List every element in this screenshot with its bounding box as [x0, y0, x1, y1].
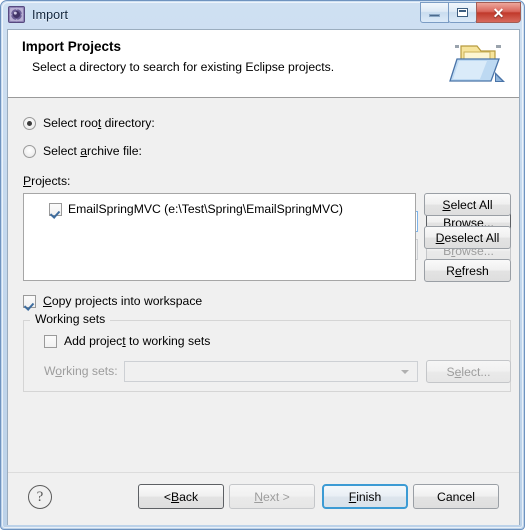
project-checkbox[interactable]	[49, 202, 62, 216]
help-icon[interactable]: ?	[28, 485, 52, 509]
list-item[interactable]: EmailSpringMVC (e:\Test\Spring\EmailSpri…	[24, 200, 415, 218]
working-sets-group-title: Working sets	[32, 312, 109, 326]
deselect-all-button[interactable]: Deselect All	[424, 226, 511, 249]
copy-projects-checkbox[interactable]	[23, 294, 36, 308]
chevron-down-icon	[401, 369, 409, 374]
select-archive-file-label: Select archive file:	[43, 144, 142, 158]
add-to-working-sets-label: Add project to working sets	[64, 334, 211, 348]
minimize-button[interactable]	[420, 2, 449, 23]
window-controls: ✕	[420, 2, 521, 23]
root-directory-row: Select root directory:	[8, 112, 519, 134]
copy-projects-label: Copy projects into workspace	[43, 294, 203, 308]
minimize-icon	[429, 14, 440, 17]
page-title: Import Projects	[22, 39, 122, 54]
eclipse-import-icon	[8, 6, 25, 23]
next-button[interactable]: Next >	[229, 484, 315, 509]
select-all-button[interactable]: Select All	[424, 193, 511, 216]
title-bar: Import ✕	[1, 1, 524, 28]
working-sets-select-button[interactable]: Se lect...	[426, 360, 511, 383]
copy-projects-row[interactable]: Copy projects into workspace	[23, 294, 202, 308]
project-label: EmailSpringMVC (e:\Test\Spring\EmailSpri…	[68, 202, 343, 216]
working-sets-group: Working sets Add project to working sets…	[23, 312, 511, 392]
select-root-directory-label: Select root directory:	[43, 116, 155, 130]
dialog-body: Import Projects Select a directory to se…	[7, 29, 520, 525]
folder-import-icon	[447, 32, 511, 94]
select-root-directory-radio[interactable]	[23, 116, 36, 130]
finish-button[interactable]: Finish	[322, 484, 408, 509]
maximize-icon	[457, 8, 468, 17]
window-title: Import	[32, 7, 69, 22]
working-sets-combo[interactable]	[124, 361, 418, 382]
add-to-working-sets-checkbox[interactable]	[44, 334, 57, 348]
import-dialog-window: Import ✕ Import Projects Select a direct…	[0, 0, 525, 530]
back-button[interactable]: < Back	[138, 484, 224, 509]
maximize-button[interactable]	[448, 2, 477, 23]
page-subtitle: Select a directory to search for existin…	[32, 60, 335, 74]
cancel-button[interactable]: Cancel	[413, 484, 499, 509]
wizard-banner: Import Projects Select a directory to se…	[8, 30, 519, 98]
archive-file-row: Select archive file:	[8, 140, 519, 162]
add-to-working-sets-row[interactable]: Add project to working sets	[44, 334, 210, 348]
close-icon: ✕	[492, 4, 505, 21]
projects-list[interactable]: EmailSpringMVC (e:\Test\Spring\EmailSpri…	[23, 193, 416, 281]
refresh-button[interactable]: Re fresh	[424, 259, 511, 282]
working-sets-label: Working sets:	[44, 364, 118, 378]
projects-label: Projects:	[23, 174, 71, 188]
close-button[interactable]: ✕	[476, 2, 521, 23]
select-archive-file-radio[interactable]	[23, 144, 36, 158]
dialog-footer: ? < Back Next > Finish Cancel	[8, 472, 519, 525]
wizard-content: Select root directory: e:\Test\Spring\Em…	[8, 98, 519, 525]
